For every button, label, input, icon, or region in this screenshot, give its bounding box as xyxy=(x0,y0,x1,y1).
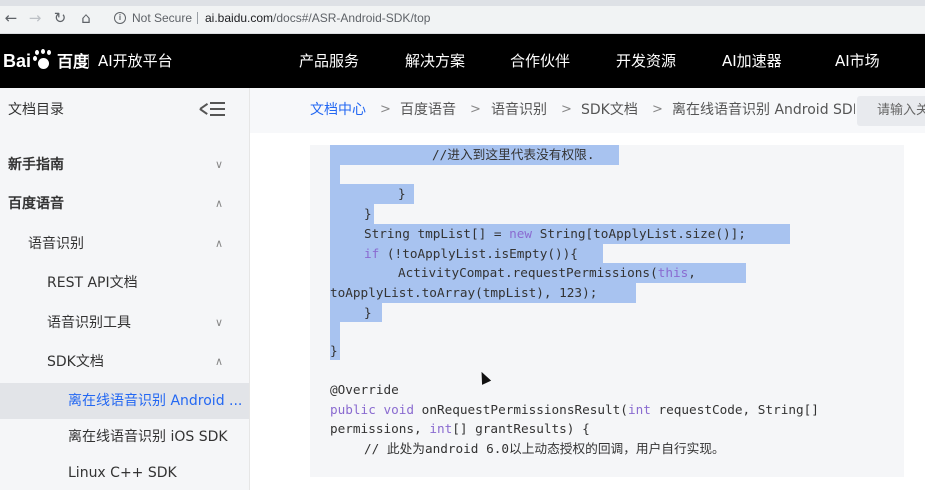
code-token: requestCode, String[] xyxy=(650,402,819,417)
back-icon[interactable]: ← xyxy=(2,9,20,27)
breadcrumb-separator: > xyxy=(470,102,481,117)
code-line: //进入到这里代表没有权限. xyxy=(330,145,594,164)
nav-dev-resources[interactable]: 开发资源 xyxy=(616,49,676,73)
sidebar-item-linux-sdk[interactable]: Linux C++ SDK xyxy=(0,455,249,491)
address-divider xyxy=(197,12,198,24)
baidu-logo[interactable]: Bai 百度 xyxy=(3,48,89,74)
site-header: Bai 百度 AI开放平台 产品服务 解决方案 合作伙伴 开发资源 AI加速器 … xyxy=(0,34,925,88)
sidebar-item-label: Linux C++ SDK xyxy=(68,465,177,481)
code-token: ActivityCompat.requestPermissions( xyxy=(398,265,658,280)
breadcrumb-separator: > xyxy=(380,102,391,117)
code-keyword: public xyxy=(330,402,376,417)
platform-title[interactable]: AI开放平台 xyxy=(98,49,173,73)
selection-highlight xyxy=(330,322,340,341)
code-keyword: if xyxy=(364,246,380,261)
main-content: 文档中心 > 百度语音 > 语音识别 > SDK文档 > 离在线语音识别 And… xyxy=(250,88,925,490)
breadcrumb-speech-recognition[interactable]: 语音识别 xyxy=(491,100,547,120)
sidebar-item-android-sdk[interactable]: 离在线语音识别 Android ... xyxy=(0,383,249,419)
logo-text-left: Bai xyxy=(3,51,32,71)
sidebar-title: 文档目录 xyxy=(8,102,64,118)
url-path: /docs#/ASR-Android-SDK/top xyxy=(273,11,431,25)
code-line: } xyxy=(330,343,338,358)
nav-solutions[interactable]: 解决方案 xyxy=(405,49,465,73)
reload-icon[interactable]: ↻ xyxy=(51,9,69,27)
code-line: public void onRequestPermissionsResult(i… xyxy=(330,400,819,419)
code-comment: //进入到这里代表没有权限. xyxy=(432,147,595,162)
address-bar[interactable]: i Not Secure ai.baidu.com/docs#/ASR-Andr… xyxy=(102,7,925,29)
breadcrumb-doc-center[interactable]: 文档中心 xyxy=(310,100,366,120)
code-keyword: new xyxy=(509,226,533,241)
code-line: String tmpList[] = new String[toApplyLis… xyxy=(330,224,746,243)
chevron-up-icon: ∧ xyxy=(214,355,224,368)
sidebar-item-sdk-docs[interactable]: SDK文档 ∧ xyxy=(0,344,249,380)
code-token: String[toApplyList.size()]; xyxy=(532,226,746,241)
paw-icon xyxy=(32,49,54,70)
home-icon[interactable]: ⌂ xyxy=(77,9,95,27)
code-token: (!toApplyList.isEmpty()){ xyxy=(379,246,578,261)
code-keyword: void xyxy=(383,402,415,417)
selection-highlight xyxy=(330,165,340,184)
sidebar-item-label: 离在线语音识别 iOS SDK xyxy=(68,429,228,445)
doc-sidebar: 文档目录 新手指南 ∨ 百度语音 ∧ 语音识别 ∧ REST API文档 语音识… xyxy=(0,88,250,490)
url-host: ai.baidu.com xyxy=(205,11,274,25)
code-line: } xyxy=(364,305,372,320)
code-line: } xyxy=(398,186,406,201)
sidebar-item-beginner-guide[interactable]: 新手指南 ∨ xyxy=(0,147,249,183)
nav-ai-market[interactable]: AI市场 xyxy=(835,49,880,73)
code-keyword: this xyxy=(657,265,689,280)
code-keyword: int xyxy=(429,421,453,436)
sidebar-item-label: 语音识别工具 xyxy=(47,315,131,331)
breadcrumb-separator: > xyxy=(652,102,663,117)
forward-icon[interactable]: → xyxy=(26,9,44,27)
doc-search-input[interactable]: 请输入关 xyxy=(857,96,925,126)
sidebar-item-speech-recognition[interactable]: 语音识别 ∧ xyxy=(0,226,249,262)
code-line: // 此处为android 6.0以上动态授权的回调，用户自行实现。 xyxy=(364,441,725,456)
code-token: , xyxy=(688,265,696,280)
chevron-down-icon: ∨ xyxy=(214,158,224,171)
code-token: permissions, xyxy=(330,421,430,436)
breadcrumb-separator: > xyxy=(561,102,572,117)
logo-divider xyxy=(88,54,89,68)
code-token: onRequestPermissionsResult( xyxy=(414,402,628,417)
security-label: Not Secure xyxy=(132,11,193,25)
sidebar-item-label: SDK文档 xyxy=(47,354,104,370)
breadcrumb: 文档中心 > 百度语音 > 语音识别 > SDK文档 > 离在线语音识别 And… xyxy=(250,88,925,133)
sidebar-item-ios-sdk[interactable]: 离在线语音识别 iOS SDK xyxy=(0,419,249,455)
browser-toolbar: ← → ↻ ⌂ i Not Secure ai.baidu.com/docs#/… xyxy=(0,0,925,34)
nav-partners[interactable]: 合作伙伴 xyxy=(510,49,570,73)
collapse-sidebar-icon[interactable] xyxy=(199,101,226,117)
sidebar-item-recognition-tools[interactable]: 语音识别工具 ∨ xyxy=(0,305,249,341)
code-line: } xyxy=(364,206,372,221)
code-line: permissions, int[] grantResults) { xyxy=(330,419,590,438)
code-line: if (!toApplyList.isEmpty()){ xyxy=(330,244,578,263)
tab-strip xyxy=(0,0,925,6)
sidebar-item-baidu-voice[interactable]: 百度语音 ∧ xyxy=(0,186,249,222)
sidebar-item-rest-api[interactable]: REST API文档 xyxy=(0,265,249,301)
breadcrumb-baidu-voice[interactable]: 百度语音 xyxy=(400,100,456,120)
sidebar-item-label: REST API文档 xyxy=(47,275,138,291)
code-block[interactable]: //进入到这里代表没有权限. } } String tmpList[] = ne… xyxy=(310,145,904,477)
chevron-up-icon: ∧ xyxy=(214,237,224,250)
nav-ai-accelerator[interactable]: AI加速器 xyxy=(722,49,782,73)
code-keyword: int xyxy=(627,402,651,417)
logo-text-right: 百度 xyxy=(57,54,90,71)
info-icon[interactable]: i xyxy=(114,12,126,24)
code-line: @Override xyxy=(330,382,399,397)
breadcrumb-sdk-docs[interactable]: SDK文档 xyxy=(581,100,638,120)
breadcrumb-android-sdk: 离在线语音识别 Android SDK xyxy=(672,102,855,118)
code-line: toApplyList.toArray(tmpList), 123); xyxy=(330,285,598,300)
code-token: String tmpList[] = xyxy=(364,226,510,241)
url-text[interactable]: ai.baidu.com/docs#/ASR-Android-SDK/top xyxy=(205,7,430,29)
chevron-down-icon: ∨ xyxy=(214,316,224,329)
chevron-up-icon: ∧ xyxy=(214,197,224,210)
nav-products[interactable]: 产品服务 xyxy=(299,49,359,73)
code-line: ActivityCompat.requestPermissions(this, xyxy=(330,263,696,282)
code-token: [] grantResults) { xyxy=(452,421,590,436)
sidebar-item-label: 离在线语音识别 Android ... xyxy=(68,393,243,409)
sidebar-item-label: 语音识别 xyxy=(28,236,84,252)
sidebar-item-label: 新手指南 xyxy=(8,157,64,173)
sidebar-item-label: 百度语音 xyxy=(8,196,64,212)
